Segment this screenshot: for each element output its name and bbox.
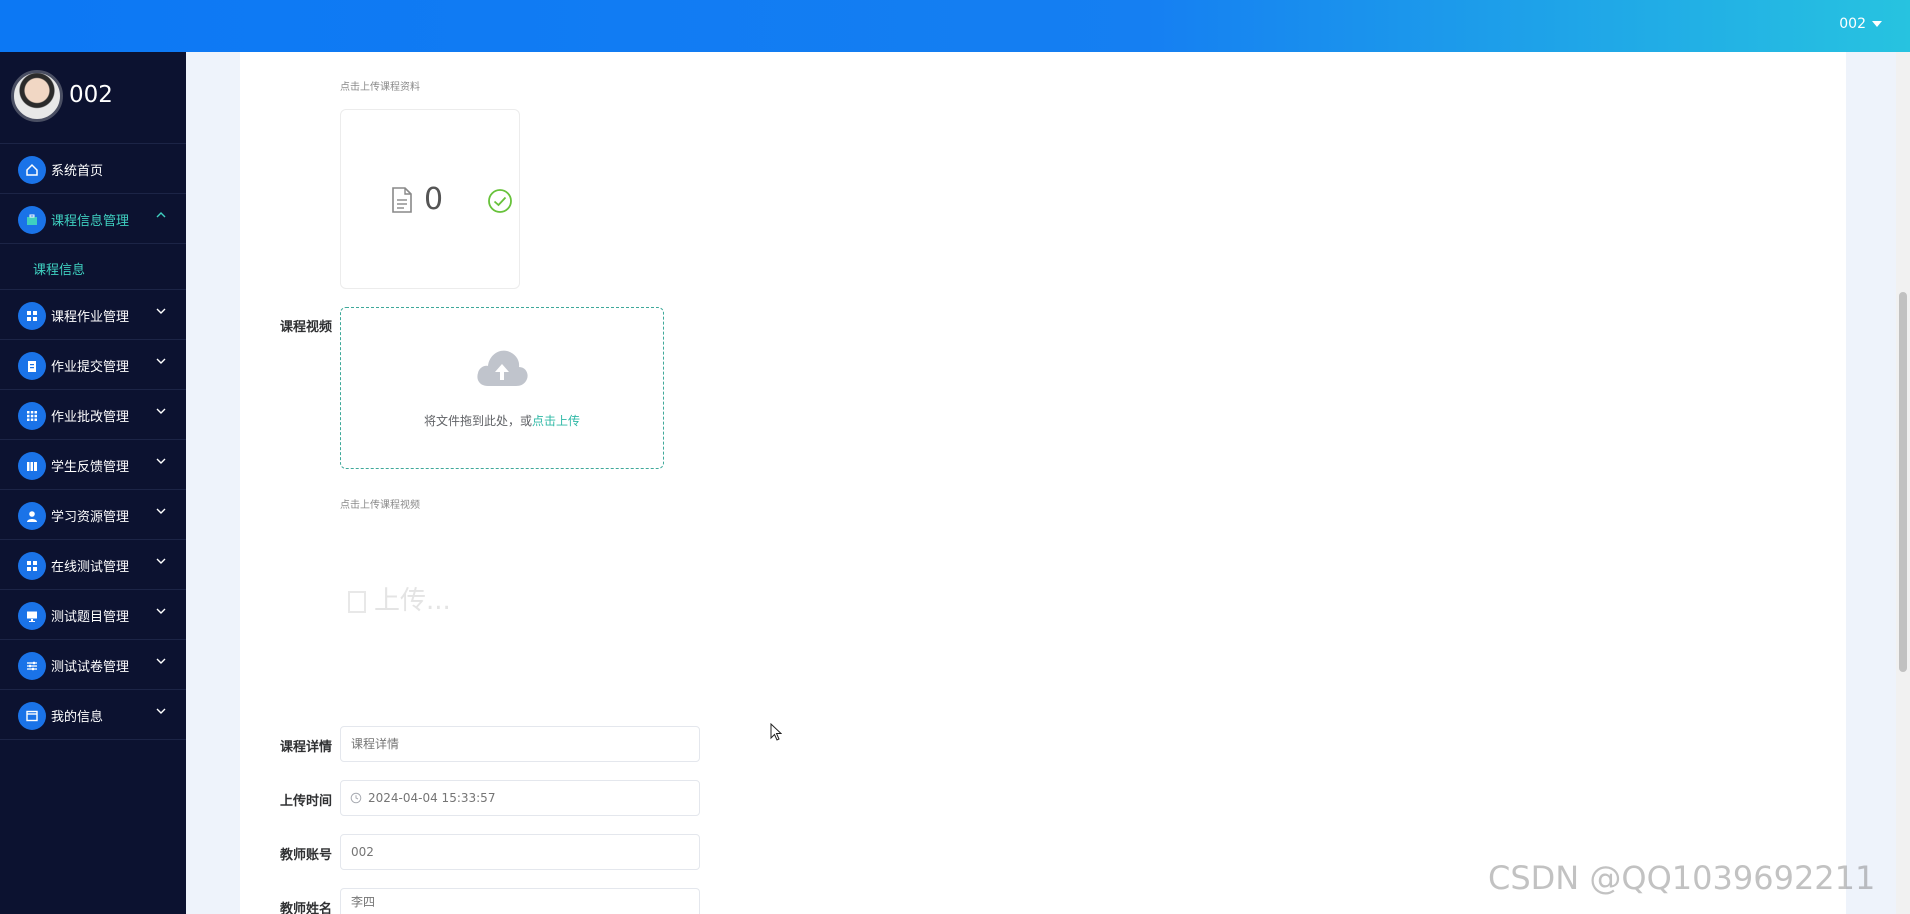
sidebar-item-label: 作业提交管理 [51,360,130,375]
clipboard-icon [18,352,46,380]
sidebar-item-question-manage[interactable]: 测试题目管理 [0,590,186,640]
video-upload-dropzone[interactable]: 将文件拖到此处，或点击上传 [340,307,664,469]
apps-icon [18,402,46,430]
ghost-upload-text: 上传... [374,586,451,616]
books-icon [18,452,46,480]
sidebar-item-homework-manage[interactable]: 课程作业管理 [0,290,186,340]
upload-text: 将文件拖到此处，或 [423,414,532,428]
sidebar-item-paper-manage[interactable]: 测试试卷管理 [0,640,186,690]
cloud-upload-icon [477,350,528,386]
user-name: 002 [1839,16,1866,32]
user-icon [18,502,46,530]
detail-label: 课程详情 [279,740,332,755]
sidebar-item-label: 学习资源管理 [51,510,130,525]
chevron-down-icon [156,458,166,464]
avatar [11,70,63,122]
chevron-down-icon [156,558,166,564]
caret-down-icon [1872,21,1882,27]
profile-name: 002 [69,82,113,108]
user-dropdown[interactable]: 002 [1839,16,1882,32]
watermark: CSDN @QQ1039692211 [1488,859,1876,897]
sidebar-item-label: 在线测试管理 [51,560,130,575]
video-label: 课程视频 [279,320,332,335]
sidebar-item-label: 测试题目管理 [51,610,130,625]
sidebar-item-label: 系统首页 [51,164,104,179]
sidebar-item-feedback-manage[interactable]: 学生反馈管理 [0,440,186,490]
sidebar-item-label: 作业批改管理 [51,410,130,425]
document-icon [392,187,412,213]
chevron-down-icon [156,408,166,414]
chevron-down-icon [156,508,166,514]
upload-time-label: 上传时间 [279,794,332,809]
sidebar-item-label: 课程作业管理 [51,310,130,325]
sidebar-item-course-info-manage[interactable]: 课程信息管理 [0,194,186,244]
sidebar-item-grading-manage[interactable]: 作业批改管理 [0,390,186,440]
video-upload-hint: 点击上传课程视频 [340,500,420,511]
vertical-scrollbar[interactable] [1896,52,1910,914]
sidebar-subitem-course-info[interactable]: 课程信息 [0,244,186,290]
course-detail-input[interactable] [340,726,700,762]
teacher-name-label: 教师姓名 [279,902,332,914]
teacher-name-input[interactable] [340,888,700,914]
scrollbar-thumb[interactable] [1899,292,1907,672]
material-file-card[interactable]: 0 [340,109,520,289]
mouse-cursor-icon [770,723,782,741]
sidebar-item-resource-manage[interactable]: 学习资源管理 [0,490,186,540]
sidebar-item-submission-manage[interactable]: 作业提交管理 [0,340,186,390]
sidebar-subitem-label: 课程信息 [33,263,86,278]
chevron-up-icon [156,212,166,218]
upload-instruction: 将文件拖到此处，或点击上传 [341,412,663,429]
material-upload-hint: 点击上传课程资料 [340,82,420,93]
material-file-count: 0 [424,182,444,217]
sidebar-profile: 002 [0,52,186,144]
top-bar: 002 [0,0,1910,52]
window-icon [18,702,46,730]
sidebar-item-online-test-manage[interactable]: 在线测试管理 [0,540,186,590]
sidebar: 002 系统首页 课程信息管理 课程信息 课程作业管理 作业提交管理 作业批改管… [0,52,186,914]
chevron-down-icon [156,708,166,714]
teacher-account-label: 教师账号 [279,848,332,863]
chevron-down-icon [156,358,166,364]
teacher-account-input[interactable] [340,834,700,870]
chevron-down-icon [156,308,166,314]
chevron-down-icon [156,608,166,614]
sliders-icon [18,652,46,680]
sidebar-item-my-info[interactable]: 我的信息 [0,690,186,740]
upload-link[interactable]: 点击上传 [532,414,580,428]
sidebar-item-label: 我的信息 [51,710,104,725]
sidebar-item-home[interactable]: 系统首页 [0,144,186,194]
monitor-icon [18,602,46,630]
grid-icon [18,302,46,330]
sidebar-item-label: 学生反馈管理 [51,460,130,475]
sidebar-item-label: 测试试卷管理 [51,660,130,675]
grid-icon [18,552,46,580]
briefcase-icon [18,206,46,234]
home-icon [18,156,46,184]
sidebar-item-label: 课程信息管理 [51,214,130,229]
ghost-upload-placeholder: 上传... [348,580,451,617]
document-icon [348,590,366,613]
chevron-down-icon [156,658,166,664]
check-circle-icon [488,189,512,213]
clock-icon [350,792,362,804]
upload-time-input[interactable] [340,780,700,816]
